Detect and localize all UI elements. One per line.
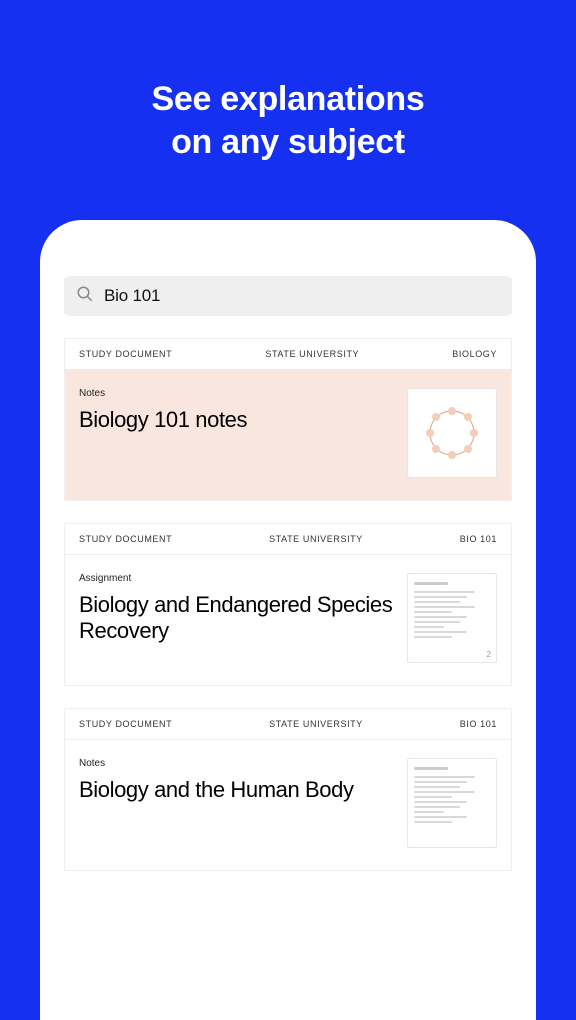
card-source-label: STATE UNIVERSITY	[172, 349, 452, 359]
page-count: 2	[487, 650, 491, 659]
card-text: Assignment Biology and Endangered Specie…	[79, 573, 393, 663]
thumbnail	[407, 758, 497, 848]
doc-type: Notes	[79, 388, 393, 399]
search-input[interactable]: Bio 101	[64, 276, 512, 316]
headline-line1: See explanations	[152, 80, 425, 118]
result-card[interactable]: STUDY DOCUMENT STATE UNIVERSITY BIO 101 …	[64, 523, 512, 686]
device-frame: Bio 101 STUDY DOCUMENT STATE UNIVERSITY …	[40, 220, 536, 1020]
card-subject-label: BIO 101	[460, 719, 497, 729]
card-text: Notes Biology and the Human Body	[79, 758, 393, 848]
result-card[interactable]: STUDY DOCUMENT STATE UNIVERSITY BIO 101 …	[64, 708, 512, 871]
thumbnail: 2	[407, 573, 497, 663]
card-body: Assignment Biology and Endangered Specie…	[65, 555, 511, 685]
card-source-label: STATE UNIVERSITY	[172, 719, 460, 729]
card-type-label: STUDY DOCUMENT	[79, 534, 172, 544]
card-header: STUDY DOCUMENT STATE UNIVERSITY BIOLOGY	[65, 339, 511, 370]
search-query: Bio 101	[104, 286, 160, 306]
card-header: STUDY DOCUMENT STATE UNIVERSITY BIO 101	[65, 709, 511, 740]
search-icon	[76, 285, 94, 308]
document-preview-icon	[414, 582, 490, 641]
thumbnail	[407, 388, 497, 478]
card-header: STUDY DOCUMENT STATE UNIVERSITY BIO 101	[65, 524, 511, 555]
card-subject-label: BIOLOGY	[452, 349, 497, 359]
card-type-label: STUDY DOCUMENT	[79, 349, 172, 359]
document-preview-icon	[414, 767, 490, 826]
card-type-label: STUDY DOCUMENT	[79, 719, 172, 729]
card-body: Notes Biology 101 notes	[65, 370, 511, 500]
headline-line2: on any subject	[171, 123, 405, 161]
headline: See explanations on any subject	[0, 0, 576, 163]
doc-title: Biology 101 notes	[79, 407, 393, 433]
doc-title: Biology and the Human Body	[79, 777, 393, 803]
doc-title: Biology and Endangered Species Recovery	[79, 592, 393, 645]
result-card[interactable]: STUDY DOCUMENT STATE UNIVERSITY BIOLOGY …	[64, 338, 512, 501]
card-subject-label: BIO 101	[460, 534, 497, 544]
diagram-icon	[420, 401, 484, 465]
card-source-label: STATE UNIVERSITY	[172, 534, 460, 544]
card-body: Notes Biology and the Human Body	[65, 740, 511, 870]
card-text: Notes Biology 101 notes	[79, 388, 393, 478]
doc-type: Assignment	[79, 573, 393, 584]
doc-type: Notes	[79, 758, 393, 769]
